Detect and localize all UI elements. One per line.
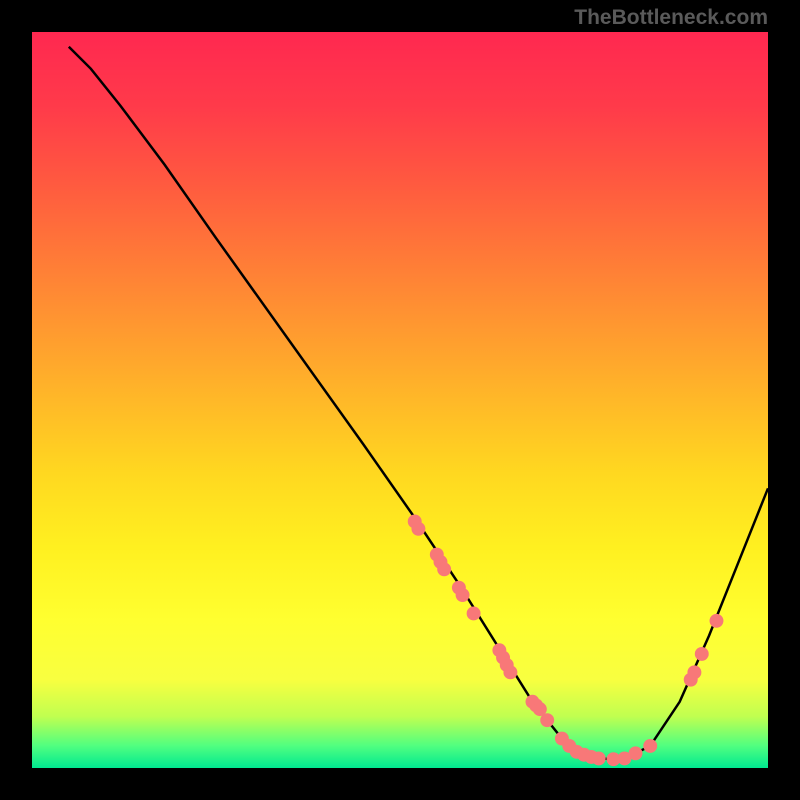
data-point bbox=[570, 745, 584, 759]
chart-svg bbox=[32, 32, 768, 768]
data-point bbox=[430, 548, 444, 562]
data-point bbox=[710, 614, 724, 628]
data-point bbox=[452, 581, 466, 595]
data-point bbox=[526, 695, 540, 709]
watermark-label: TheBottleneck.com bbox=[574, 6, 768, 30]
data-point bbox=[643, 739, 657, 753]
data-point bbox=[529, 698, 543, 712]
bottleneck-curve bbox=[69, 47, 768, 761]
data-point bbox=[540, 713, 554, 727]
data-point bbox=[408, 514, 422, 528]
data-point bbox=[411, 522, 425, 536]
data-point bbox=[437, 562, 451, 576]
data-point bbox=[577, 748, 591, 762]
data-point bbox=[533, 702, 547, 716]
data-point bbox=[503, 665, 517, 679]
data-point bbox=[492, 643, 506, 657]
data-point bbox=[496, 651, 510, 665]
data-point bbox=[555, 732, 569, 746]
data-point bbox=[456, 588, 470, 602]
gradient-chart-area bbox=[30, 30, 770, 770]
data-point bbox=[467, 606, 481, 620]
data-point bbox=[684, 673, 698, 687]
data-point bbox=[618, 751, 632, 765]
data-point bbox=[434, 555, 448, 569]
data-point bbox=[592, 751, 606, 765]
data-points-group bbox=[408, 514, 724, 766]
data-point bbox=[687, 665, 701, 679]
data-point bbox=[629, 746, 643, 760]
data-point bbox=[695, 647, 709, 661]
data-point bbox=[606, 752, 620, 766]
data-point bbox=[562, 739, 576, 753]
data-point bbox=[584, 750, 598, 764]
data-point bbox=[500, 658, 514, 672]
